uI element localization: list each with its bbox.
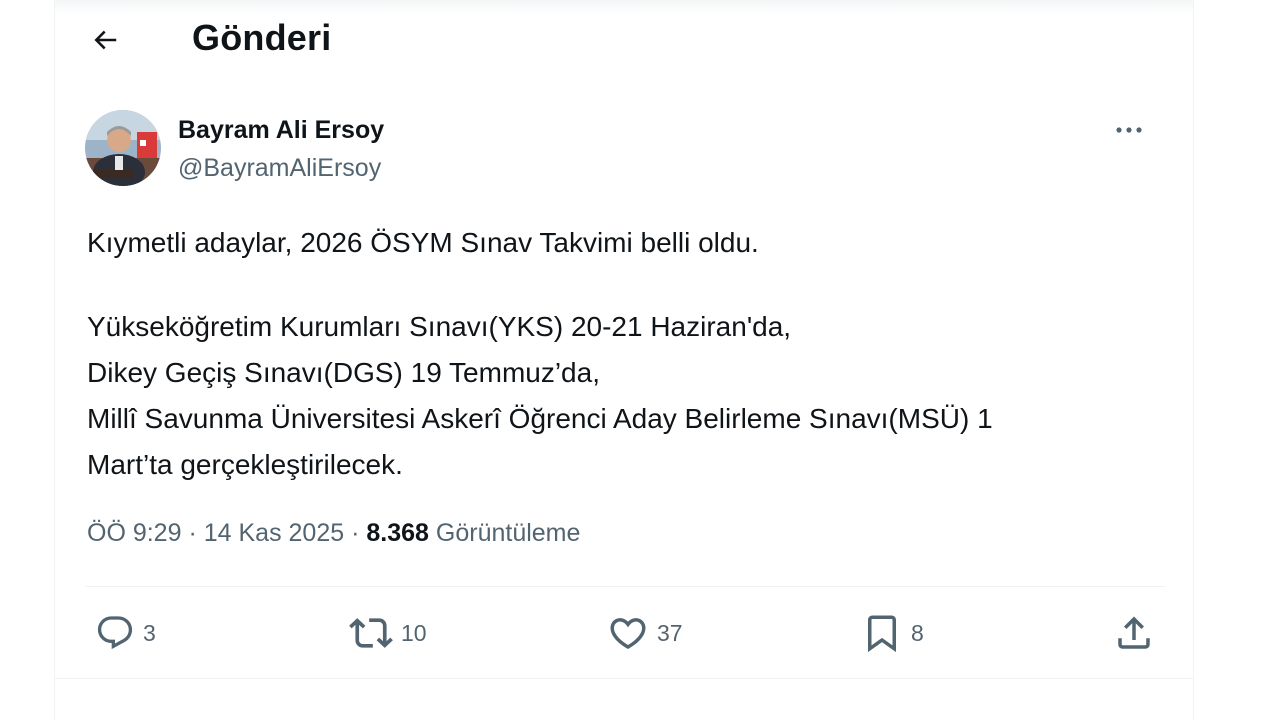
author-name[interactable]: Bayram Ali Ersoy xyxy=(178,116,384,145)
heart-icon xyxy=(610,618,646,650)
bookmark-button[interactable]: 8 xyxy=(861,608,924,658)
divider xyxy=(85,586,1165,587)
author-handle[interactable]: @BayramAliErsoy xyxy=(178,154,381,183)
tweet-line: Kıymetli adaylar, 2026 ÖSYM Sınav Takvim… xyxy=(87,227,759,258)
like-button[interactable]: 37 xyxy=(607,608,683,658)
back-button[interactable] xyxy=(85,20,125,60)
tweet-date[interactable]: 14 Kas 2025 xyxy=(204,519,344,547)
bookmark-count: 8 xyxy=(911,619,924,646)
tweet-line: Mart’ta gerçekleştirilecek. xyxy=(87,449,403,480)
views-count: 8.368 xyxy=(366,519,429,547)
action-bar: 3 10 37 8 xyxy=(85,608,1165,658)
tweet-time[interactable]: ÖÖ 9:29 xyxy=(87,519,182,547)
arrow-left-icon xyxy=(94,30,117,50)
bookmark-icon xyxy=(868,615,896,653)
page-title: Gönderi xyxy=(192,17,332,58)
tweet-meta: ÖÖ 9:29 · 14 Kas 2025 · 8.368 Görüntülem… xyxy=(87,519,580,548)
avatar[interactable] xyxy=(85,110,161,186)
meta-separator: · xyxy=(188,519,197,547)
tweet-line: Yükseköğretim Kurumları Sınavı(YKS) 20-2… xyxy=(87,311,792,342)
tweet-line: Dikey Geçiş Sınavı(DGS) 19 Temmuz’da, xyxy=(87,357,600,388)
repost-icon xyxy=(349,618,393,648)
like-count: 37 xyxy=(657,619,683,646)
reply-count: 3 xyxy=(143,619,156,646)
author-row: Bayram Ali Ersoy @BayramAliErsoy xyxy=(85,110,1165,190)
more-options-button[interactable] xyxy=(1107,110,1151,150)
post-header: Gönderi xyxy=(55,0,1193,78)
post-column: Gönderi Bayram Ali Ersoy @BayramAliErsoy… xyxy=(54,0,1194,720)
tweet-line: Millî Savunma Üniversitesi Askerî Öğrenc… xyxy=(87,403,993,434)
tweet-text: Kıymetli adaylar, 2026 ÖSYM Sınav Takvim… xyxy=(87,220,1177,488)
meta-separator: · xyxy=(351,519,360,547)
share-icon xyxy=(1118,616,1150,649)
more-dots-icon xyxy=(1116,127,1142,133)
repost-count: 10 xyxy=(401,619,427,646)
reply-icon xyxy=(97,616,133,650)
reply-button[interactable]: 3 xyxy=(95,608,156,658)
page: Gönderi Bayram Ali Ersoy @BayramAliErsoy… xyxy=(0,0,1280,720)
views-label: Görüntüleme xyxy=(435,519,581,547)
repost-button[interactable]: 10 xyxy=(349,608,427,658)
share-button[interactable] xyxy=(1113,608,1155,658)
bottom-divider xyxy=(55,678,1193,679)
